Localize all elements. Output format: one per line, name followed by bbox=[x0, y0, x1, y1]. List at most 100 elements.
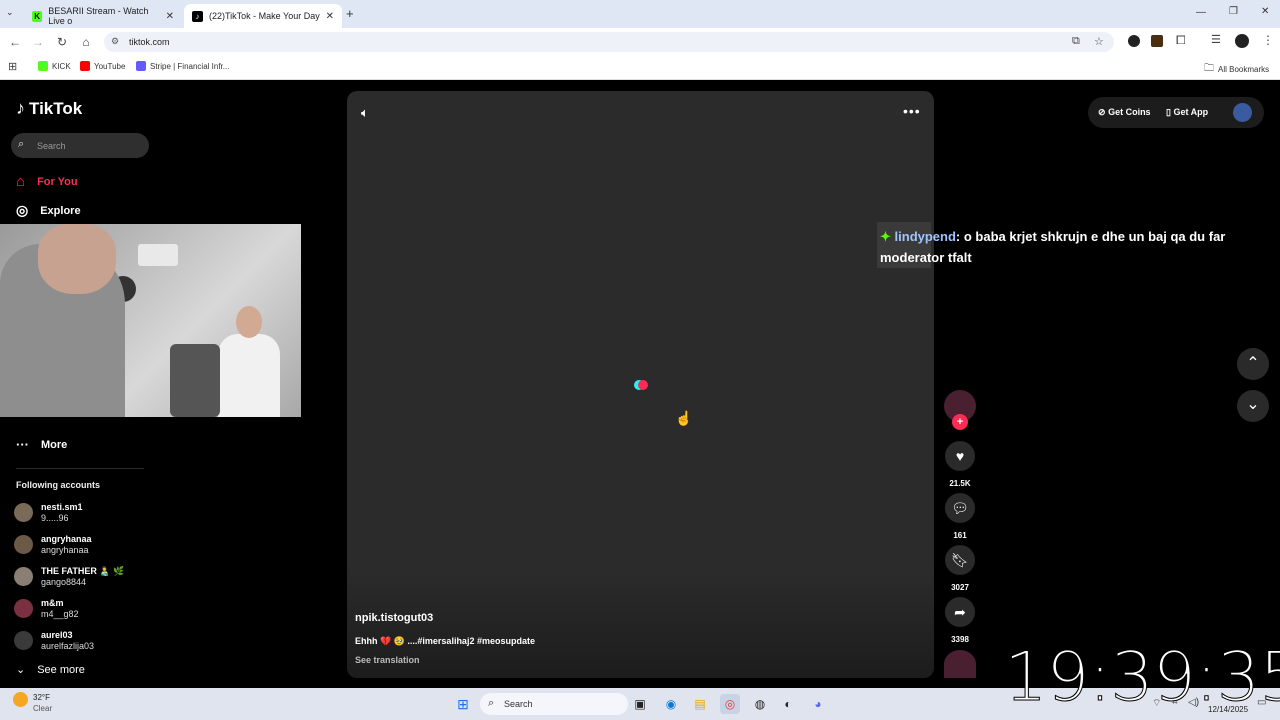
extension-icon[interactable] bbox=[1128, 35, 1140, 47]
nav-explore[interactable]: ◎ Explore bbox=[16, 202, 81, 219]
tab-besarii[interactable]: K BESARII Stream - Watch Live o ✕ bbox=[24, 4, 182, 28]
account-handle: gango8844 bbox=[41, 577, 87, 587]
weather-temp: 32°F bbox=[33, 693, 50, 702]
chat-message: ✦ lindypend: o baba krjet shkrujn e dhe … bbox=[880, 226, 1270, 268]
get-app-button[interactable]: ▯ Get App bbox=[1166, 107, 1208, 118]
profile-avatar[interactable] bbox=[1235, 34, 1249, 48]
see-translation-link[interactable]: See translation bbox=[355, 655, 420, 665]
sound-disc[interactable] bbox=[944, 650, 976, 678]
nav-more[interactable]: ··· More bbox=[16, 437, 67, 452]
taskbar-search[interactable]: ⌕ Search bbox=[480, 693, 628, 715]
reading-list-icon[interactable]: ☰ bbox=[1211, 33, 1221, 46]
share-count: 3398 bbox=[951, 635, 969, 644]
stream-clock-overlay: 19:39:35 bbox=[1003, 638, 1280, 718]
bookmark-kick[interactable]: KICK bbox=[38, 61, 71, 71]
account-name: nesti.sm1 bbox=[41, 502, 83, 512]
forward-icon[interactable]: → bbox=[29, 33, 47, 51]
file-explorer-icon[interactable]: ▤ bbox=[690, 694, 710, 714]
account-name: THE FATHER 👨‍🍼 🌿 bbox=[41, 566, 125, 576]
reload-icon[interactable]: ↻ bbox=[53, 33, 71, 51]
following-account[interactable]: THE FATHER 👨‍🍼 🌿 gango8844 bbox=[14, 565, 124, 588]
following-account[interactable]: m&m m4__g82 bbox=[14, 597, 79, 620]
share-icon: ➦ bbox=[945, 597, 975, 627]
comment-count: 161 bbox=[953, 531, 967, 540]
previous-video-button[interactable]: ⌃ bbox=[1237, 348, 1269, 380]
search-icon: ⌕ bbox=[18, 138, 25, 150]
bookmark-star-icon[interactable]: ☆ bbox=[1094, 35, 1104, 48]
comment-icon: 💬︎ bbox=[945, 493, 975, 523]
tab-list-icon[interactable]: ⌄ bbox=[6, 7, 14, 18]
omnibox[interactable]: ⚙ tiktok.com ⧉ ☆ bbox=[104, 32, 1114, 52]
next-video-button[interactable]: ⌄ bbox=[1237, 390, 1269, 422]
more-options-icon[interactable]: ••• bbox=[903, 103, 921, 119]
taskbar-search-label: Search bbox=[504, 699, 533, 709]
see-more-button[interactable]: ⌄ See more bbox=[16, 663, 85, 677]
site-info-icon[interactable]: ⚙ bbox=[111, 36, 119, 47]
video-player[interactable]: 🔈︎ ••• npik.tistogut03 Ehhh 💔 🥹 ....#ime… bbox=[347, 91, 934, 678]
minimize-icon[interactable]: — bbox=[1196, 7, 1206, 18]
chrome-icon[interactable]: ◎ bbox=[720, 694, 740, 714]
bookmark-label: YouTube bbox=[94, 61, 126, 71]
bookmark-label: KICK bbox=[52, 61, 71, 71]
search-placeholder: Search bbox=[37, 141, 66, 151]
account-name: aurel03 bbox=[41, 630, 73, 640]
sparkle-icon: ✦ bbox=[880, 229, 891, 244]
get-app-label: Get App bbox=[1173, 107, 1209, 117]
get-coins-button[interactable]: ⊘ Get Coins bbox=[1098, 107, 1151, 118]
tab-title: BESARII Stream - Watch Live o bbox=[48, 6, 149, 26]
obs-icon[interactable]: ◍ bbox=[750, 694, 770, 714]
all-bookmarks[interactable]: 🗀 All Bookmarks bbox=[1204, 61, 1269, 78]
extension-icon[interactable] bbox=[1151, 35, 1163, 47]
apps-icon[interactable]: ⊞ bbox=[8, 60, 17, 73]
search-input[interactable]: ⌕ Search bbox=[11, 133, 149, 158]
following-account[interactable]: angryhanaa angryhanaa bbox=[14, 533, 92, 556]
windows-start-icon[interactable]: ⊞ bbox=[453, 694, 473, 714]
edge-icon[interactable]: ◉ bbox=[661, 694, 681, 714]
nav-for-you[interactable]: ⌂ For You bbox=[16, 173, 78, 190]
follow-plus-icon[interactable]: + bbox=[952, 414, 968, 430]
search-icon: ⌕ bbox=[488, 697, 495, 709]
task-view-icon[interactable]: ▣ bbox=[630, 694, 650, 714]
avatar bbox=[14, 631, 33, 650]
kick-icon bbox=[38, 61, 48, 71]
bookmarks-bar: ⊞ KICK YouTube Stripe | Financial Infr..… bbox=[0, 56, 1280, 80]
home-icon: ⌂ bbox=[16, 173, 26, 190]
user-avatar[interactable] bbox=[1233, 103, 1252, 122]
following-account[interactable]: aurel03 aurelfazlija03 bbox=[14, 629, 94, 652]
cast-icon[interactable]: ⧉ bbox=[1072, 35, 1080, 48]
phone-icon: ▯ bbox=[1166, 107, 1171, 117]
tiktok-note-icon: ♪ bbox=[16, 98, 25, 118]
home-icon[interactable]: ⌂ bbox=[77, 33, 95, 51]
steam-icon[interactable]: ◐ bbox=[778, 694, 798, 714]
stripe-icon bbox=[136, 61, 146, 71]
youtube-icon bbox=[80, 61, 90, 71]
bookmark-youtube[interactable]: YouTube bbox=[80, 61, 125, 71]
bookmark-button[interactable]: 🔖︎ 3027 bbox=[944, 545, 976, 592]
share-button[interactable]: ➦ 3398 bbox=[944, 597, 976, 644]
following-account[interactable]: nesti.sm1 9.....96 bbox=[14, 501, 83, 524]
address-bar-row: ← → ↻ ⌂ ⚙ tiktok.com ⧉ ☆ ⧠ ☰ ⋮ bbox=[0, 28, 1280, 56]
chevron-down-icon: ⌄ bbox=[1246, 396, 1260, 413]
bookmark-stripe[interactable]: Stripe | Financial Infr... bbox=[136, 61, 229, 71]
tab-tiktok[interactable]: ♪ (22)TikTok - Make Your Day ✕ bbox=[184, 4, 342, 28]
nav-label: More bbox=[41, 438, 68, 451]
account-name: m&m bbox=[41, 598, 64, 608]
tiktok-logo[interactable]: ♪ TikTok bbox=[16, 98, 82, 119]
close-tab-icon[interactable]: ✕ bbox=[166, 11, 174, 22]
like-button[interactable]: ♥ 21.5K bbox=[944, 441, 976, 488]
video-author[interactable]: npik.tistogut03 bbox=[355, 612, 433, 624]
extensions-puzzle-icon[interactable]: ⧠ bbox=[1176, 33, 1186, 48]
volume-icon[interactable]: 🔈︎ bbox=[361, 105, 369, 121]
restore-icon[interactable]: ❐ bbox=[1229, 6, 1238, 17]
discord-icon[interactable]: ◕ bbox=[808, 694, 828, 714]
browser-tab-bar: ⌄ K BESARII Stream - Watch Live o ✕ ♪ (2… bbox=[0, 0, 1280, 28]
back-icon[interactable]: ← bbox=[6, 33, 24, 51]
webcam-overlay bbox=[0, 224, 301, 417]
account-handle: aurelfazlija03 bbox=[41, 641, 95, 651]
comment-button[interactable]: 💬︎ 161 bbox=[944, 493, 976, 540]
menu-icon[interactable]: ⋮ bbox=[1262, 33, 1274, 47]
mouse-cursor-icon: ☝ bbox=[675, 410, 693, 426]
new-tab-icon[interactable]: + bbox=[346, 6, 354, 21]
close-window-icon[interactable]: ✕ bbox=[1261, 6, 1269, 17]
close-tab-icon[interactable]: ✕ bbox=[326, 11, 334, 22]
